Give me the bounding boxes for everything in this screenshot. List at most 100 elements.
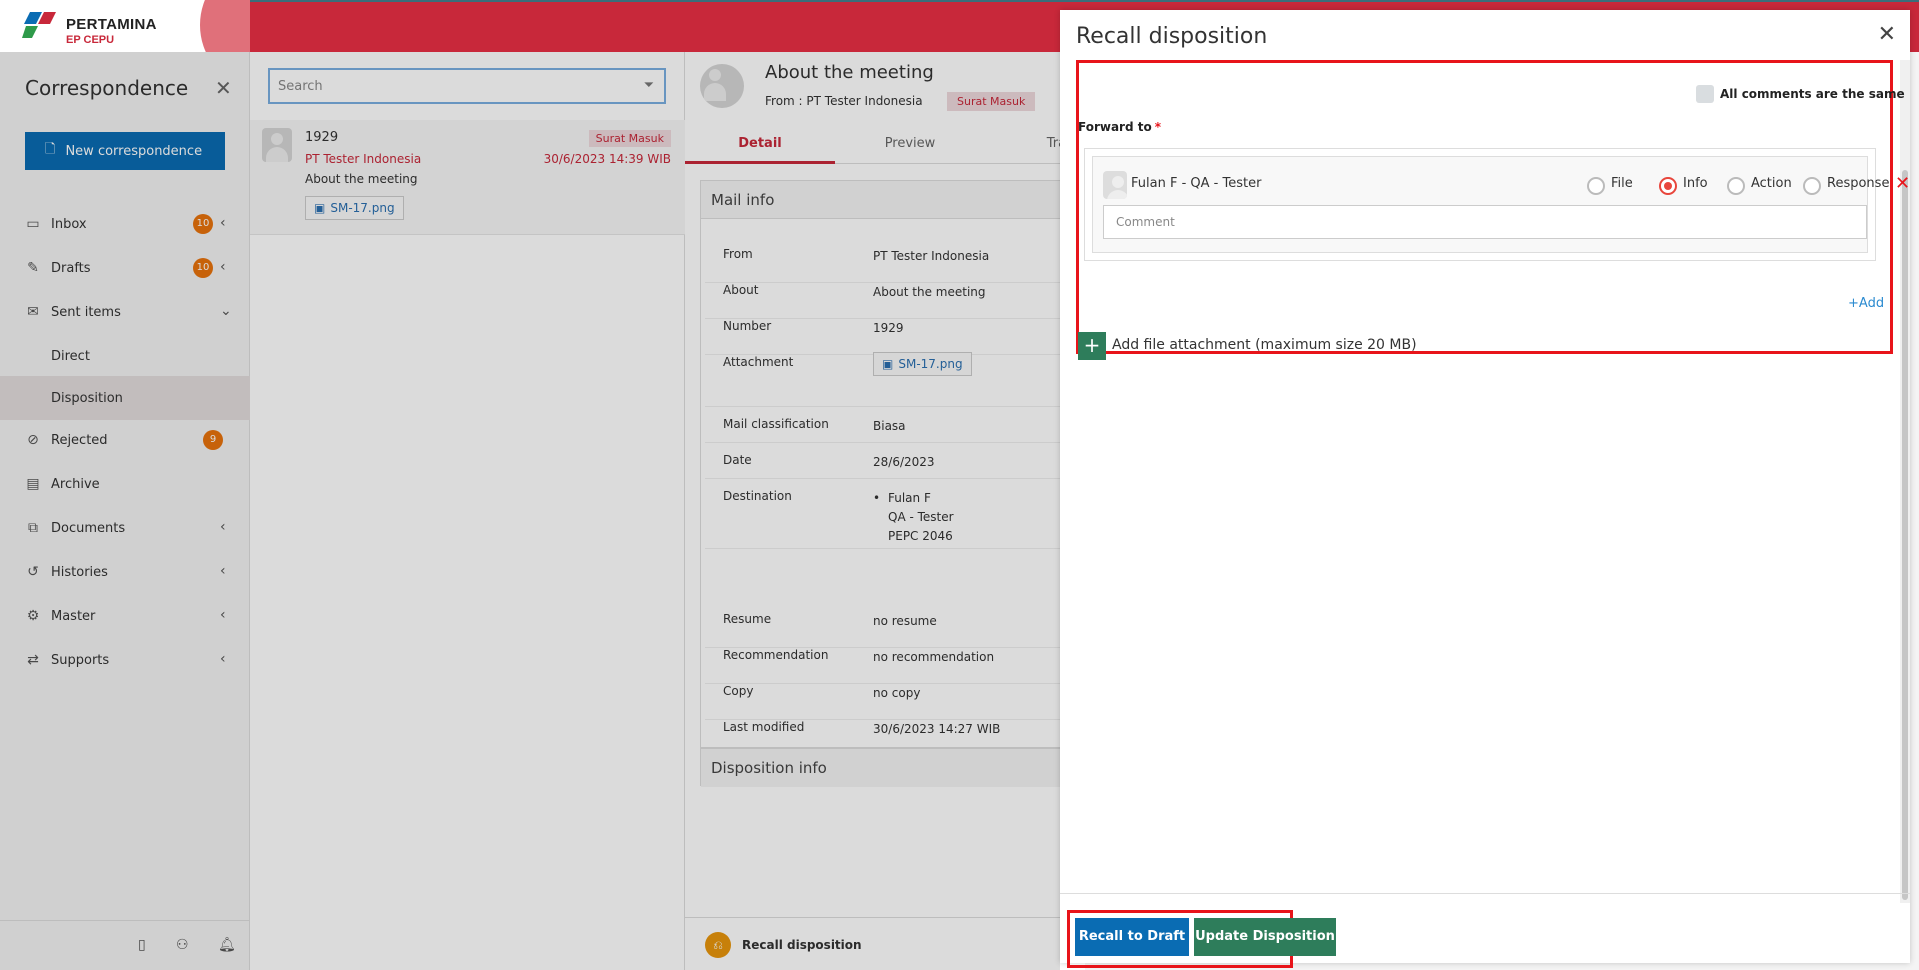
sidebar-item-rejected[interactable]: ⊘ Rejected 9 [0,418,250,462]
mail-subject: About the meeting [305,172,418,186]
recipient-card: Fulan F - QA - Tester File Info Action R… [1092,156,1910,253]
remove-recipient-icon[interactable]: ✕ [1895,173,1910,194]
comment-placeholder: Comment [1116,215,1175,229]
detail-tabs: Detail Preview Trac [685,124,1085,164]
bell-icon[interactable]: 🔔︎ [218,937,236,953]
info-row-resume: Resume no resume [705,612,1065,648]
all-comments-same-checkbox[interactable] [1696,85,1714,103]
sidebar-item-direct[interactable]: Direct [0,334,250,378]
brand-name: PERTAMINA [66,16,157,33]
row-key: Mail classification [723,417,829,431]
recipient-name: Fulan F - QA - Tester [1131,176,1262,191]
add-label: Add [1858,296,1885,311]
sidebar-item-supports[interactable]: ⇄ Supports ‹ [0,638,250,682]
chevron-left-icon: ‹ [220,519,226,535]
sidebar-item-documents[interactable]: ⧉ Documents ‹ [0,506,250,550]
row-key: Recommendation [723,648,829,662]
info-row-date: Date 28/6/2023 [705,443,1065,479]
attachment-name: SM-17.png [330,201,395,215]
sidebar-item-drafts[interactable]: ✎ Drafts 10 ‹ [0,246,250,290]
update-disposition-button[interactable]: Update Disposition [1194,918,1336,956]
row-value: no recommendation [873,650,995,664]
sidebar-item-label: Direct [51,348,90,364]
image-icon: ▣ [314,201,326,215]
row-key: Destination [723,489,792,503]
chevron-left-icon: ‹ [220,651,226,667]
recipient-avatar [1103,171,1127,199]
tab-detail[interactable]: Detail [685,124,835,164]
attachment-name: SM-17.png [898,357,963,371]
close-icon[interactable]: ✕ [1878,22,1896,47]
new-document-icon: 🗋 [45,142,56,157]
sidebar-item-archive[interactable]: ▤ Archive [0,462,250,506]
filter-icon[interactable]: ⏷ [644,78,654,93]
disposition-info-panel[interactable]: Disposition info [700,748,1100,787]
modal-footer: Recall to Draft Update Disposition [1060,893,1910,968]
all-comments-same-label: All comments are the same [1720,87,1905,101]
sidebar-item-histories[interactable]: ↺ Histories ‹ [0,550,250,594]
mail-list: Search ⏷ 1929 PT Tester Indonesia About … [250,52,685,970]
sidebar-item-disposition[interactable]: Disposition [0,376,250,420]
detail-footer: ⎌ Recall disposition [685,917,1085,970]
sidebar-item-inbox[interactable]: ▭ Inbox 10 ‹ [0,202,250,246]
sidebar-item-label: Rejected [51,432,108,448]
sidebar-item-label: Documents [51,520,126,536]
info-row-last-modified: Last modified 30/6/2023 14:27 WIB [705,720,1065,746]
radio-response-label: Response [1827,176,1890,191]
sidebar-item-label: Drafts [51,260,91,276]
close-sidebar-icon[interactable]: ✕ [215,76,232,100]
add-recipient-link[interactable]: +Add [1848,296,1884,311]
radio-file-label: File [1611,176,1633,191]
drafts-icon: ✎ [27,260,39,276]
logo-area: PERTAMINA EP CEPU [0,0,250,52]
mail-detail: About the meeting From : PT Tester Indon… [685,52,1100,970]
new-correspondence-button[interactable]: 🗋 New correspondence [25,132,225,170]
inbox-count-badge: 10 [193,214,213,234]
tab-preview[interactable]: Preview [835,124,985,164]
sidebar-footer: ▯ ⚇ 🔔︎ [0,920,250,970]
detail-title: About the meeting [765,62,934,83]
sidebar-item-sent-items[interactable]: ✉ Sent items ⌄ [0,290,250,334]
status-badge: Surat Masuk [588,130,671,147]
recall-icon[interactable]: ⎌ [705,932,731,958]
comment-input[interactable]: Comment [1103,205,1867,239]
required-mark: * [1154,120,1162,134]
sidebar-item-label: Master [51,608,96,624]
chevron-down-icon: ⌄ [220,303,232,319]
recall-to-draft-button[interactable]: Recall to Draft [1075,918,1189,956]
destination-name: Fulan F [888,491,931,505]
disposition-info-title: Disposition info [701,749,1099,787]
avatar [262,128,292,162]
new-correspondence-label: New correspondence [65,143,203,159]
info-row-attachment: Attachment ▣ SM-17.png [705,352,1065,407]
search-input[interactable]: Search ⏷ [268,68,666,104]
radio-response[interactable] [1803,177,1821,195]
inbox-icon: ▭ [26,216,40,232]
supports-icon: ⇄ [27,652,39,668]
radio-file[interactable] [1587,177,1605,195]
mail-info-title: Mail info [701,181,1099,219]
mail-number: 1929 [305,130,339,145]
chevron-left-icon: ‹ [220,215,226,231]
row-key: Resume [723,612,772,626]
sidebar-item-label: Sent items [51,304,121,320]
chevron-left-icon: ‹ [220,259,226,275]
radio-action[interactable] [1727,177,1745,195]
list-item[interactable]: 1929 PT Tester Indonesia About the meeti… [250,120,685,235]
radio-info[interactable] [1659,177,1677,195]
row-value: no resume [873,614,937,628]
documents-icon: ⧉ [28,520,38,536]
add-attachment-button[interactable]: + [1078,332,1106,360]
user-settings-icon[interactable]: ⚇ [176,937,189,953]
history-icon: ↺ [27,564,39,580]
sidebar-item-master[interactable]: ⚙ Master ‹ [0,594,250,638]
plus-icon: + [1848,296,1859,311]
info-row-from: From PT Tester Indonesia [705,247,1065,283]
attachment-chip[interactable]: ▣ SM-17.png [873,352,972,376]
attachment-chip[interactable]: ▣ SM-17.png [305,196,404,220]
row-value: 30/6/2023 14:27 WIB [873,722,1001,736]
row-key: Number [723,319,772,333]
document-icon[interactable]: ▯ [138,937,146,953]
rejected-icon: ⊘ [27,432,39,448]
recall-disposition-action[interactable]: Recall disposition [742,938,862,952]
